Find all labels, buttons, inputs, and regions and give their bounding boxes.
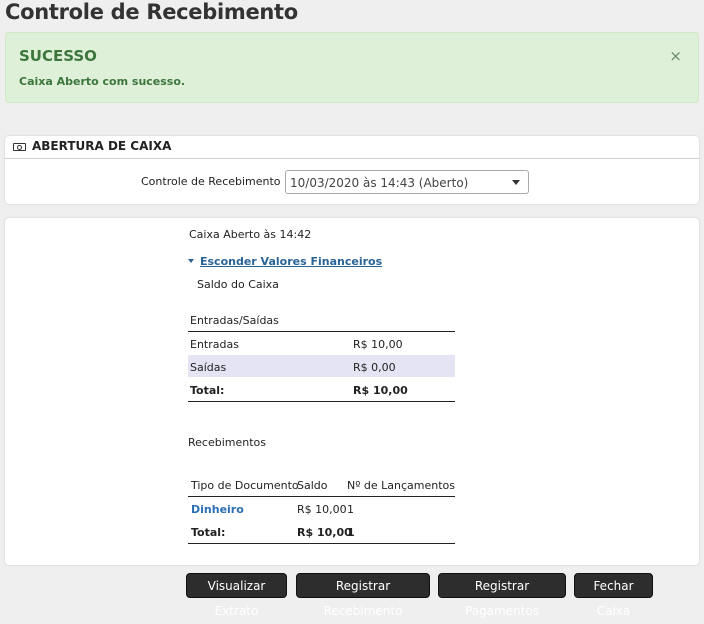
flows-row-label: Saídas — [190, 361, 227, 374]
money-icon — [13, 143, 26, 151]
flows-table-header: Entradas/Saídas — [190, 314, 279, 327]
divider — [188, 401, 455, 402]
flows-row-value: R$ 0,00 — [353, 361, 396, 374]
cash-opening-panel: ABERTURA DE CAIXA Controle de Recebiment… — [5, 136, 699, 204]
column-header: Saldo — [297, 479, 328, 492]
document-count: 1 — [347, 503, 354, 516]
panel-title: ABERTURA DE CAIXA — [32, 139, 172, 153]
divider — [188, 496, 455, 497]
balance-label: Saldo do Caixa — [197, 278, 279, 291]
caret-down-icon — [188, 259, 194, 263]
panel-header: ABERTURA DE CAIXA — [5, 136, 699, 159]
success-alert: SUCESSO Caixa Aberto com sucesso. × — [5, 32, 699, 103]
view-statement-button[interactable]: Visualizar Extrato — [186, 573, 287, 618]
flows-total-label: Total: — [190, 384, 225, 397]
select-value: 10/03/2020 às 14:43 (Aberto) — [290, 176, 469, 190]
document-balance: R$ 10,00 — [297, 503, 347, 516]
flows-total-value: R$ 10,00 — [353, 384, 408, 397]
divider — [188, 543, 455, 544]
receipts-total-balance: R$ 10,00 — [297, 526, 352, 539]
opened-at-text: Caixa Aberto às 14:42 — [189, 228, 312, 241]
page-title: Controle de Recebimento — [5, 0, 298, 24]
register-receipt-button[interactable]: Registrar Recebimento — [296, 573, 430, 618]
register-payments-button[interactable]: Registrar Pagamentos — [438, 573, 566, 618]
toggle-financial-values-link[interactable]: Esconder Valores Financeiros — [200, 255, 382, 268]
column-header: Tipo de Documento — [191, 479, 299, 492]
receipt-control-select[interactable]: 10/03/2020 às 14:43 (Aberto) — [285, 170, 529, 194]
receipts-total-label: Total: — [191, 526, 226, 539]
alert-title: SUCESSO — [19, 47, 97, 65]
cash-summary-panel: Caixa Aberto às 14:42 Esconder Valores F… — [5, 218, 699, 565]
receipts-title: Recebimentos — [188, 436, 266, 449]
chevron-down-icon — [512, 180, 520, 185]
table-row-highlight — [188, 355, 455, 377]
flows-row-label: Entradas — [190, 338, 239, 351]
document-type-link[interactable]: Dinheiro — [191, 503, 244, 516]
receipt-control-label: Controle de Recebimento — [141, 175, 281, 188]
close-cash-button[interactable]: Fechar Caixa — [574, 573, 653, 618]
receipts-total-count: 1 — [347, 526, 355, 539]
column-header: Nº de Lançamentos — [347, 479, 456, 492]
flows-row-value: R$ 10,00 — [353, 338, 403, 351]
close-icon[interactable]: × — [669, 47, 682, 65]
alert-message: Caixa Aberto com sucesso. — [19, 75, 186, 88]
divider — [188, 331, 455, 332]
